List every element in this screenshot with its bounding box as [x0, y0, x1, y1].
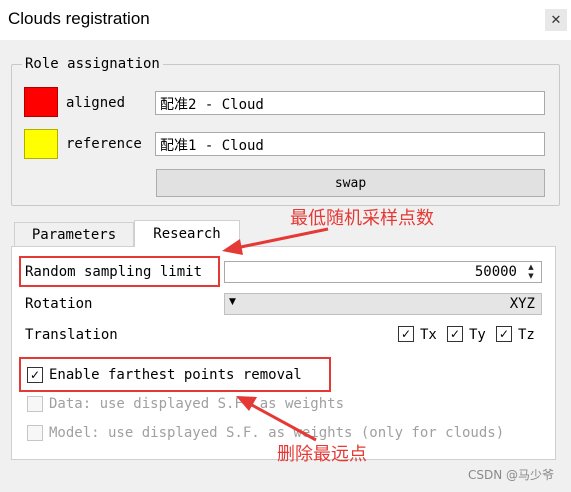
sampling-annotation: 最低随机采样点数 — [290, 208, 434, 229]
removal-annotation: 删除最远点 — [277, 444, 367, 465]
sampling-arrow-line — [235, 227, 329, 250]
annotation-arrows — [222, 227, 329, 442]
sampling-arrow-head — [222, 239, 243, 255]
removal-arrow-head — [236, 396, 257, 411]
removal-arrow-line — [249, 402, 317, 442]
